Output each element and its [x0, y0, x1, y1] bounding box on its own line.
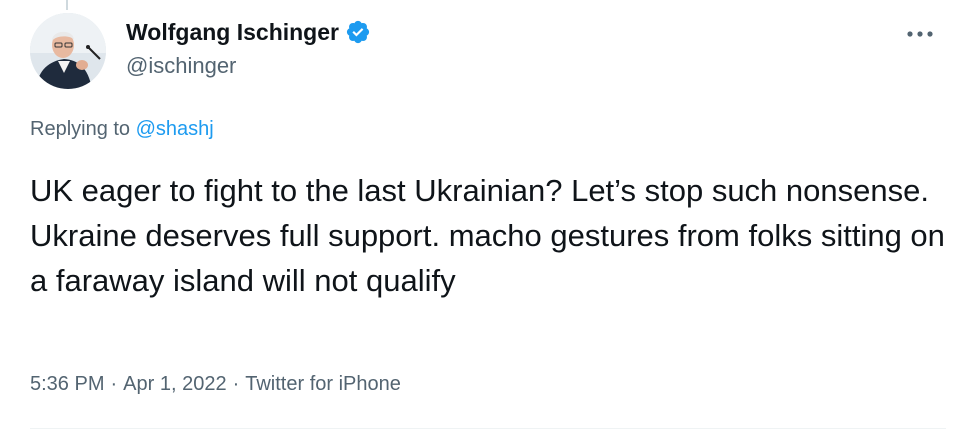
divider: [30, 428, 946, 429]
meta-separator: ·: [110, 373, 118, 395]
thread-connector-line: [66, 0, 68, 10]
author-block: Wolfgang Ischinger @ischinger: [126, 17, 371, 79]
tweet-source[interactable]: Twitter for iPhone: [245, 373, 401, 396]
tweet-meta: 5:36 PM · Apr 1, 2022 · Twitter for iPho…: [30, 373, 401, 396]
name-row: Wolfgang Ischinger: [126, 17, 371, 47]
reply-context: Replying to @shashj: [30, 118, 214, 141]
more-options-button[interactable]: [902, 20, 938, 48]
reply-mention-link[interactable]: @shashj: [136, 118, 214, 140]
tweet-card: Wolfgang Ischinger @ischinger Replying t…: [0, 0, 976, 438]
tweet-text: UK eager to fight to the last Ukrainian?…: [30, 173, 945, 298]
meta-separator: ·: [232, 373, 240, 395]
avatar-image: [30, 13, 106, 89]
avatar[interactable]: [30, 13, 106, 89]
verified-badge-icon: [345, 19, 371, 45]
tweet-date[interactable]: Apr 1, 2022: [123, 373, 226, 396]
more-horizontal-icon: [907, 31, 933, 37]
reply-prefix: Replying to: [30, 118, 131, 140]
tweet-time[interactable]: 5:36 PM: [30, 373, 104, 396]
display-name[interactable]: Wolfgang Ischinger: [126, 19, 339, 46]
handle[interactable]: @ischinger: [126, 53, 371, 79]
